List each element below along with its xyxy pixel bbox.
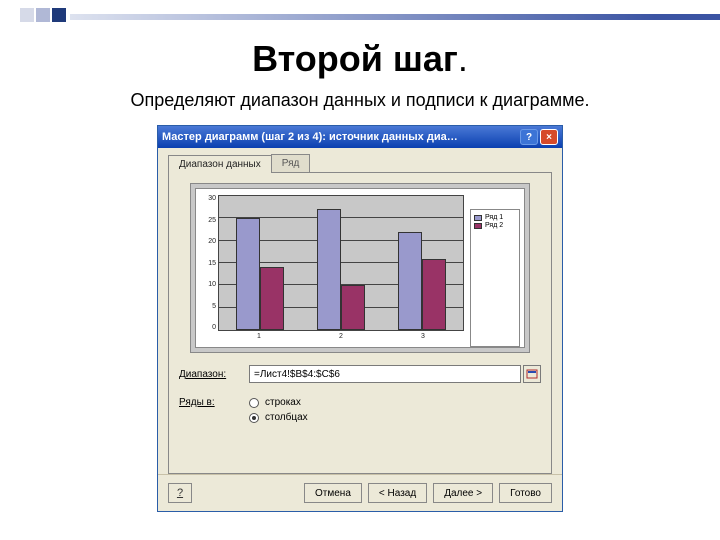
hint-button[interactable]: ? xyxy=(168,483,192,503)
y-tick: 20 xyxy=(198,238,216,245)
bar-s2 xyxy=(260,267,284,330)
range-label: Диапазон: xyxy=(179,369,249,380)
button-label: Готово xyxy=(510,488,541,499)
button-label: < Назад xyxy=(379,488,416,499)
rows-in-label: Ряды в: xyxy=(179,397,249,408)
radio-cols[interactable]: столбцах xyxy=(249,412,308,423)
chart-plot: 30 25 20 15 10 5 0 xyxy=(196,189,470,347)
y-tick: 25 xyxy=(198,217,216,224)
tabs-container: Диапазон данных Ряд 30 25 20 15 10 5 0 xyxy=(158,148,562,474)
y-tick: 0 xyxy=(198,324,216,331)
slide-decor xyxy=(0,0,720,32)
legend-label: Ряд 1 xyxy=(485,214,503,221)
help-icon: ? xyxy=(526,132,532,143)
tab-panel: 30 25 20 15 10 5 0 xyxy=(168,172,552,474)
bar-group xyxy=(219,196,300,330)
y-tick: 30 xyxy=(198,195,216,202)
y-tick: 15 xyxy=(198,260,216,267)
tab-series[interactable]: Ряд xyxy=(271,154,311,172)
y-tick: 5 xyxy=(198,303,216,310)
x-tick: 2 xyxy=(300,333,382,345)
page-subtitle: Определяют диапазон данных и подписи к д… xyxy=(0,90,720,111)
radio-rows[interactable]: строках xyxy=(249,397,308,408)
bar-group xyxy=(300,196,381,330)
dialog-buttons: ? Отмена < Назад Далее > Готово xyxy=(158,474,562,511)
bar-s2 xyxy=(422,259,446,330)
tab-label: Диапазон данных xyxy=(179,159,261,170)
tabs: Диапазон данных Ряд xyxy=(168,154,552,172)
decor-stripe xyxy=(70,14,720,20)
wizard-dialog: Мастер диаграмм (шаг 2 из 4): источник д… xyxy=(157,125,563,512)
chart-bars xyxy=(219,196,463,330)
title-dot: . xyxy=(458,38,468,79)
range-input[interactable]: =Лист4!$B$4:$C$6 xyxy=(249,365,521,383)
close-icon: × xyxy=(546,132,552,143)
range-picker-button[interactable] xyxy=(523,365,541,383)
back-button[interactable]: < Назад xyxy=(368,483,427,503)
cancel-button[interactable]: Отмена xyxy=(304,483,362,503)
chart-legend: Ряд 1 Ряд 2 xyxy=(470,209,520,347)
range-row: Диапазон: =Лист4!$B$4:$C$6 xyxy=(179,365,541,383)
rows-in-row: Ряды в: строках столбцах xyxy=(179,397,541,423)
x-tick: 3 xyxy=(382,333,464,345)
range-value: =Лист4!$B$4:$C$6 xyxy=(254,369,340,380)
swatch-icon xyxy=(474,215,482,221)
bar-s1 xyxy=(236,218,260,330)
chart-preview: 30 25 20 15 10 5 0 xyxy=(190,183,530,353)
y-axis: 30 25 20 15 10 5 0 xyxy=(198,195,216,331)
bar-s1 xyxy=(398,232,422,330)
tab-data-range[interactable]: Диапазон данных xyxy=(168,155,272,173)
page-title: Второй шаг. xyxy=(0,38,720,80)
radio-icon xyxy=(249,398,259,408)
title-text: Второй шаг xyxy=(252,38,458,79)
chart-grid xyxy=(218,195,464,331)
tab-label: Ряд xyxy=(282,158,300,169)
titlebar-text: Мастер диаграмм (шаг 2 из 4): источник д… xyxy=(162,131,518,143)
bar-s1 xyxy=(317,209,341,330)
radio-label: столбцах xyxy=(265,412,308,423)
legend-item: Ряд 1 xyxy=(474,214,516,221)
swatch-icon xyxy=(474,223,482,229)
titlebar-help-button[interactable]: ? xyxy=(520,129,538,145)
titlebar[interactable]: Мастер диаграмм (шаг 2 из 4): источник д… xyxy=(158,126,562,148)
rows-in-radios: строках столбцах xyxy=(249,397,308,423)
collapse-dialog-icon xyxy=(526,369,538,379)
bar-s2 xyxy=(341,285,365,330)
x-tick: 1 xyxy=(218,333,300,345)
button-label: Отмена xyxy=(315,488,351,499)
titlebar-close-button[interactable]: × xyxy=(540,129,558,145)
decor-squares xyxy=(20,8,66,22)
legend-item: Ряд 2 xyxy=(474,222,516,229)
hint-icon: ? xyxy=(177,487,183,499)
x-axis: 1 2 3 xyxy=(218,333,464,345)
next-button[interactable]: Далее > xyxy=(433,483,493,503)
legend-label: Ряд 2 xyxy=(485,222,503,229)
bar-group xyxy=(382,196,463,330)
radio-icon xyxy=(249,413,259,423)
finish-button[interactable]: Готово xyxy=(499,483,552,503)
button-label: Далее > xyxy=(444,488,482,499)
radio-label: строках xyxy=(265,397,301,408)
y-tick: 10 xyxy=(198,281,216,288)
